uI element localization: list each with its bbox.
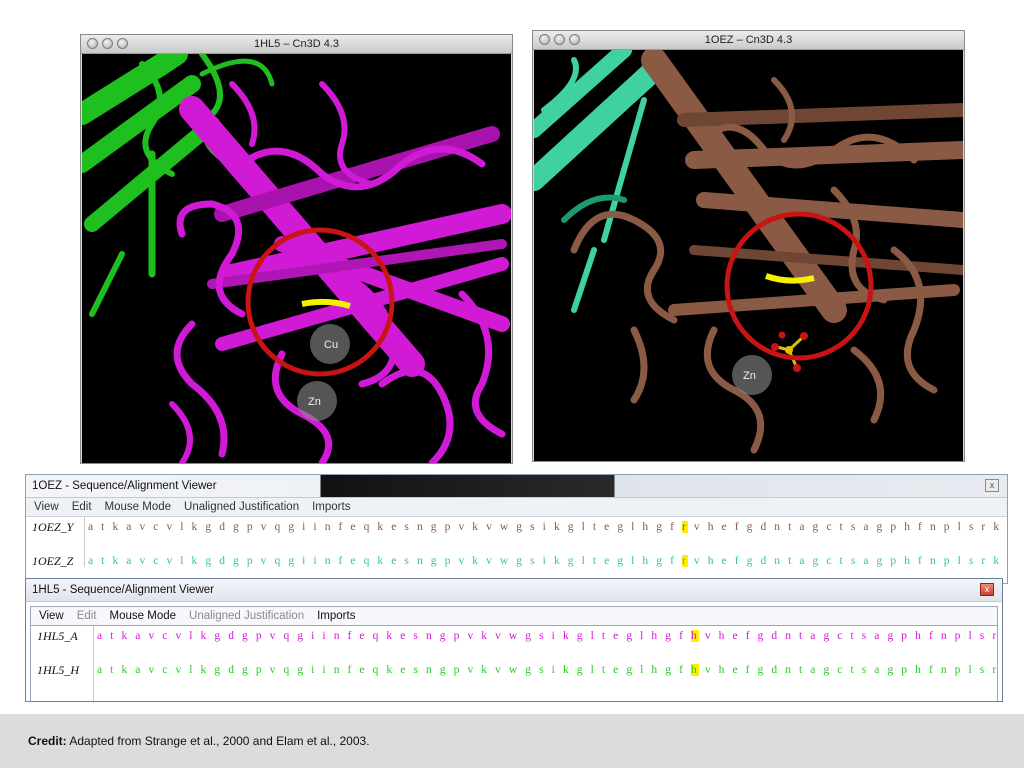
menu-unaligned-justification[interactable]: Unaligned Justification	[189, 607, 304, 625]
credit-line: Credit: Adapted from Strange et al., 200…	[28, 734, 370, 748]
viewer-titlebar[interactable]: 1OEZ - Sequence/Alignment Viewer x	[26, 475, 1007, 498]
sequence-residues[interactable]: a t k a v c v l k g d g p v q g i i n f …	[97, 630, 1002, 642]
sequence-residues[interactable]: a t k a v c v l k g d g p v q g i i n f …	[88, 555, 1007, 567]
menu-view[interactable]: View	[39, 607, 64, 625]
sequence-label: 1OEZ_Z	[32, 554, 74, 568]
active-site-circle	[724, 211, 874, 361]
viewer-title: 1HL5 - Sequence/Alignment Viewer	[32, 584, 214, 596]
credit-text: Adapted from Strange et al., 2000 and El…	[69, 734, 370, 748]
close-light-icon[interactable]	[87, 38, 98, 49]
viewer-title: 1OEZ - Sequence/Alignment Viewer	[32, 480, 217, 492]
credit-footer: Credit: Adapted from Strange et al., 200…	[0, 714, 1024, 768]
window-titlebar[interactable]: 1OEZ – Cn3D 4.3	[533, 31, 964, 50]
menu-edit[interactable]: Edit	[72, 498, 92, 516]
sequence-label: 1HL5_H	[37, 663, 80, 677]
menu-mouse-mode[interactable]: Mouse Mode	[110, 607, 176, 625]
close-icon[interactable]: x	[980, 583, 994, 596]
sequence-row[interactable]: 1HL5_H a t k a v c v l k g d g p v q g i…	[31, 660, 1002, 682]
window-title: 1HL5 – Cn3D 4.3	[254, 38, 339, 50]
alignment-panel[interactable]: 1OEZ_Y a t k a v c v l k g d g p v q g i…	[26, 517, 1007, 573]
ligand-atoms	[771, 331, 808, 372]
brown-chain-ribbons	[570, 50, 963, 454]
minimize-light-icon[interactable]	[554, 34, 565, 45]
cu-ion-label: Cu	[324, 339, 338, 351]
zoom-light-icon[interactable]	[569, 34, 580, 45]
teal-chain-ribbons	[534, 50, 665, 313]
menu-unaligned-justification[interactable]: Unaligned Justification	[184, 498, 299, 516]
menu-imports[interactable]: Imports	[312, 498, 350, 516]
window-controls[interactable]	[87, 38, 128, 49]
sequence-row[interactable]: 1HL5_A a t k a v c v l k g d g p v q g i…	[31, 626, 1002, 648]
close-light-icon[interactable]	[539, 34, 550, 45]
structure-window-1hl5[interactable]: 1HL5 – Cn3D 4.3 Cu Zn	[80, 34, 513, 464]
sequence-label: 1OEZ_Y	[32, 520, 74, 534]
sequence-label: 1HL5_A	[37, 629, 78, 643]
sequence-viewer-1hl5[interactable]: 1HL5 - Sequence/Alignment Viewer x View …	[25, 578, 1003, 702]
sequence-residues[interactable]: a t k a v c v l k g d g p v q g i i n f …	[97, 664, 1002, 676]
disulfide-bond-highlight	[765, 273, 815, 284]
viewer-titlebar[interactable]: 1HL5 - Sequence/Alignment Viewer x	[26, 579, 1002, 602]
sequence-row[interactable]: 1OEZ_Z a t k a v c v l k g d g p v q g i…	[26, 551, 1007, 573]
zoom-light-icon[interactable]	[117, 38, 128, 49]
sequence-residues[interactable]: a t k a v c v l k g d g p v q g i i n f …	[88, 521, 1007, 533]
window-controls[interactable]	[539, 34, 580, 45]
menu-view[interactable]: View	[34, 498, 59, 516]
sequence-viewer-1oez[interactable]: 1OEZ - Sequence/Alignment Viewer x View …	[25, 474, 1008, 584]
window-title: 1OEZ – Cn3D 4.3	[704, 34, 793, 46]
structure-canvas[interactable]: Cu Zn	[82, 54, 511, 463]
sequence-row[interactable]: 1OEZ_Y a t k a v c v l k g d g p v q g i…	[26, 517, 1007, 539]
menu-edit[interactable]: Edit	[77, 607, 97, 625]
magenta-chain-ribbons	[169, 81, 511, 463]
viewer-menubar[interactable]: View Edit Mouse Mode Unaligned Justifica…	[26, 498, 1007, 517]
menu-mouse-mode[interactable]: Mouse Mode	[105, 498, 171, 516]
zn-ion-label: Zn	[308, 396, 321, 408]
zn-ion-label: Zn	[743, 370, 756, 382]
minimize-light-icon[interactable]	[102, 38, 113, 49]
window-titlebar[interactable]: 1HL5 – Cn3D 4.3	[81, 35, 512, 54]
menu-imports[interactable]: Imports	[317, 607, 355, 625]
disulfide-bond-highlight	[301, 298, 351, 309]
alignment-panel[interactable]: 1HL5_A a t k a v c v l k g d g p v q g i…	[30, 626, 1002, 701]
viewer-menubar[interactable]: View Edit Mouse Mode Unaligned Justifica…	[30, 606, 998, 626]
close-icon[interactable]: x	[985, 479, 999, 492]
structure-canvas[interactable]: Zn	[534, 50, 963, 461]
structure-window-1oez[interactable]: 1OEZ – Cn3D 4.3 Zn	[532, 30, 965, 462]
credit-label: Credit:	[28, 734, 67, 748]
